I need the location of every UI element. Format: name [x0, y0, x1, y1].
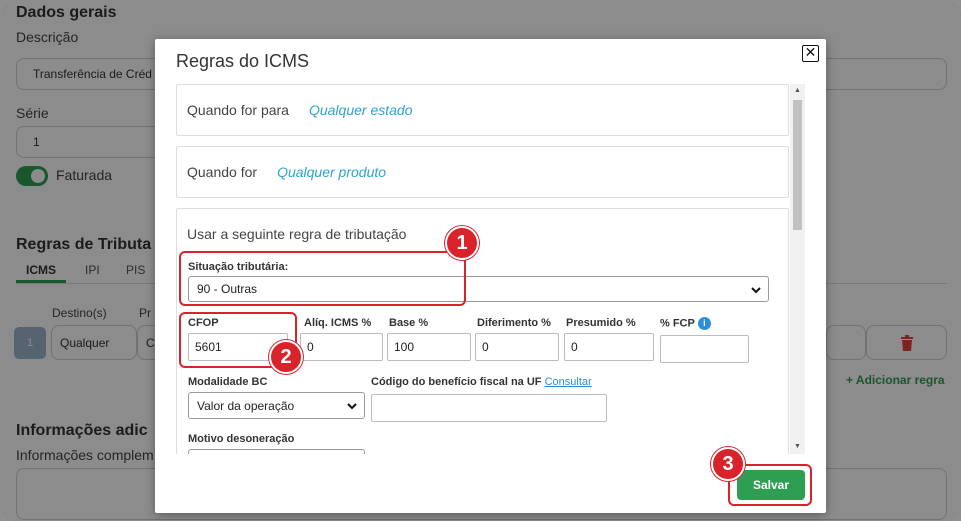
base-input[interactable]: 100 — [387, 333, 471, 361]
modalidade-label: Modalidade BC — [188, 376, 268, 388]
chevron-down-icon — [751, 287, 761, 294]
motivo-desoneracao-select[interactable] — [188, 449, 365, 454]
aliq-icms-input[interactable]: 0 — [300, 333, 383, 361]
codigo-beneficio-input[interactable] — [371, 394, 607, 422]
fcp-label: % FCP i — [660, 317, 711, 330]
icms-rules-modal: Regras do ICMS ✕ Quando for para Qualque… — [155, 39, 826, 513]
codigo-beneficio-label: Código do benefício fiscal na UF Consult… — [371, 376, 592, 388]
callout-badge-3: 3 — [711, 447, 745, 481]
base-label: Base % — [389, 317, 429, 329]
callout-1-highlight — [179, 251, 466, 306]
presumido-label: Presumido % — [566, 317, 636, 329]
callout-badge-2: 2 — [269, 340, 303, 374]
info-icon[interactable]: i — [697, 317, 711, 330]
presumido-input[interactable]: 0 — [564, 333, 654, 361]
close-button[interactable]: ✕ — [802, 45, 819, 62]
motivo-desoneracao-label: Motivo desoneração — [188, 433, 295, 445]
scroll-up-arrow-icon[interactable]: ▲ — [793, 86, 802, 96]
diferimento-input[interactable]: 0 — [475, 333, 559, 361]
modal-title: Regras do ICMS — [176, 51, 310, 71]
quando-for-label: Quando for — [187, 164, 258, 180]
chevron-down-icon — [347, 403, 357, 410]
close-icon: ✕ — [804, 44, 817, 60]
diferimento-label: Diferimento % — [477, 317, 551, 329]
scroll-down-arrow-icon[interactable]: ▼ — [793, 442, 802, 452]
fcp-input[interactable] — [660, 335, 749, 363]
qualquer-estado-link[interactable]: Qualquer estado — [309, 102, 413, 118]
modal-scrollbar[interactable]: ▲ ▼ — [790, 84, 805, 454]
aliq-icms-label: Alíq. ICMS % — [304, 317, 372, 329]
save-button[interactable]: Salvar — [737, 470, 805, 500]
usar-regra-label: Usar a seguinte regra de tributação — [187, 226, 407, 242]
scroll-thumb[interactable] — [793, 100, 802, 230]
modalidade-select[interactable]: Valor da operação — [188, 392, 365, 419]
modal-scroll-area: Quando for para Qualquer estado Quando f… — [175, 84, 809, 454]
produto-condition: Quando for Qualquer produto — [176, 146, 789, 198]
consultar-link[interactable]: Consultar — [545, 376, 592, 388]
qualquer-produto-link[interactable]: Qualquer produto — [277, 164, 386, 180]
destino-condition: Quando for para Qualquer estado — [176, 84, 789, 136]
quando-para-label: Quando for para — [187, 102, 289, 118]
callout-badge-1: 1 — [445, 226, 479, 260]
